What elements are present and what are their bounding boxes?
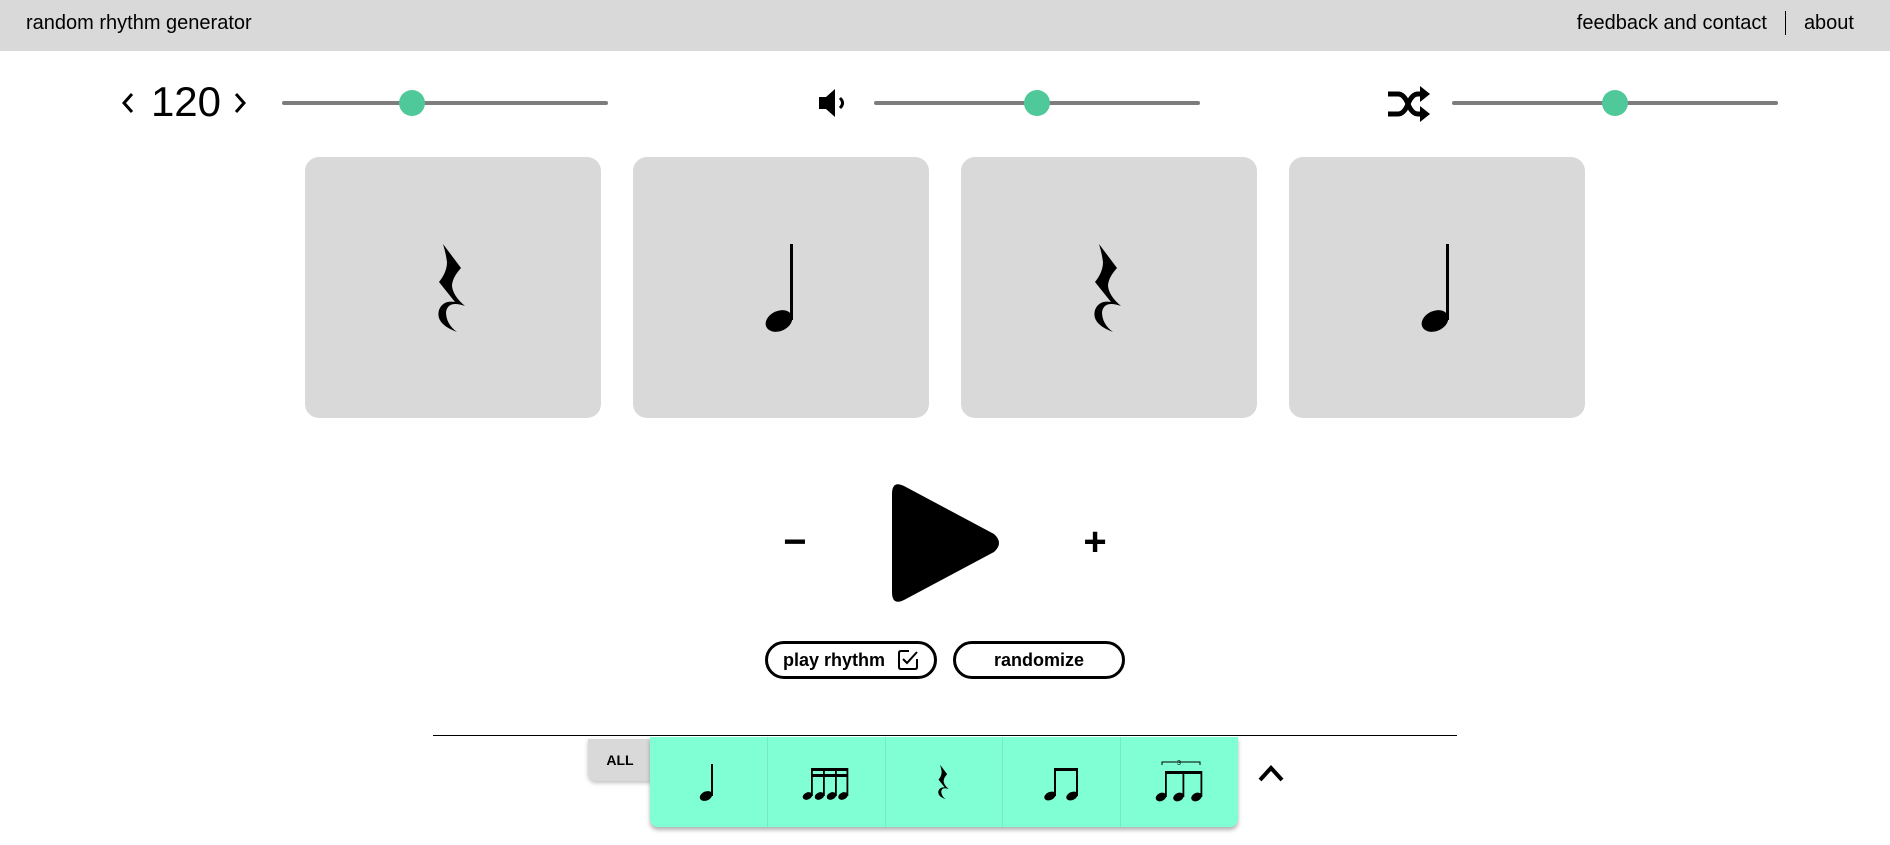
slider-track [282,101,608,105]
shuffle-icon[interactable] [1386,84,1430,124]
eighth-notes-icon [1044,768,1078,801]
top-bar: random rhythm generator feedback and con… [0,0,1890,51]
play-rhythm-toggle[interactable]: play rhythm [765,641,937,679]
palette-item-quarter-note[interactable] [650,737,768,827]
feedback-link[interactable]: feedback and contact [1577,11,1767,35]
beat-card-4[interactable] [1289,157,1585,418]
nav-links: feedback and contact about [1577,11,1854,35]
beat-card-1[interactable] [305,157,601,418]
chevron-right-icon [234,93,247,113]
volume-icon[interactable] [816,86,850,120]
palette-divider [433,735,1457,736]
select-all-button[interactable]: ALL [588,739,652,781]
tempo-decrease-button[interactable] [114,84,142,122]
quarter-note-icon [765,243,793,332]
slider-thumb[interactable] [1024,90,1050,116]
quarter-note-icon [1421,243,1449,332]
volume-slider[interactable] [874,90,1200,116]
beat-card-3[interactable] [961,157,1257,418]
eighth-triplet-icon: 3 [1155,760,1202,802]
palette-item-sixteenth-notes[interactable] [768,737,886,827]
sixteenth-notes-icon [802,768,849,800]
quarter-rest-icon [1094,243,1121,332]
app-title: random rhythm generator [26,12,252,34]
rhythm-palette: 3 [650,737,1238,827]
chevron-left-icon [121,93,134,113]
play-icon [892,484,999,602]
slider-thumb[interactable] [399,90,426,116]
palette-item-quarter-rest[interactable] [886,737,1004,827]
play-rhythm-label: play rhythm [782,649,886,670]
quarter-rest-icon [438,243,465,332]
play-button[interactable] [890,480,1002,606]
triplet-label: 3 [1177,760,1181,767]
slider-thumb[interactable] [1602,90,1628,116]
add-beat-button[interactable]: + [1075,522,1115,562]
tempo-value: 120 [150,78,222,125]
palette-item-eighth-triplet[interactable]: 3 [1121,737,1238,827]
tempo-slider[interactable] [282,90,608,116]
nav-separator [1784,11,1786,35]
palette-item-eighth-notes[interactable] [1003,737,1122,827]
tempo-increase-button[interactable] [226,84,254,122]
about-link[interactable]: about [1804,11,1854,35]
randomness-slider[interactable] [1452,90,1778,116]
randomize-button[interactable]: randomize [953,641,1125,679]
beat-card-2[interactable] [633,157,929,418]
checkbox-checked-icon [898,650,919,670]
quarter-rest-icon [938,764,949,800]
collapse-palette-button[interactable] [1256,762,1286,784]
remove-beat-button[interactable]: − [775,522,815,562]
quarter-note-icon [700,764,714,801]
chevron-up-icon [1258,765,1284,782]
